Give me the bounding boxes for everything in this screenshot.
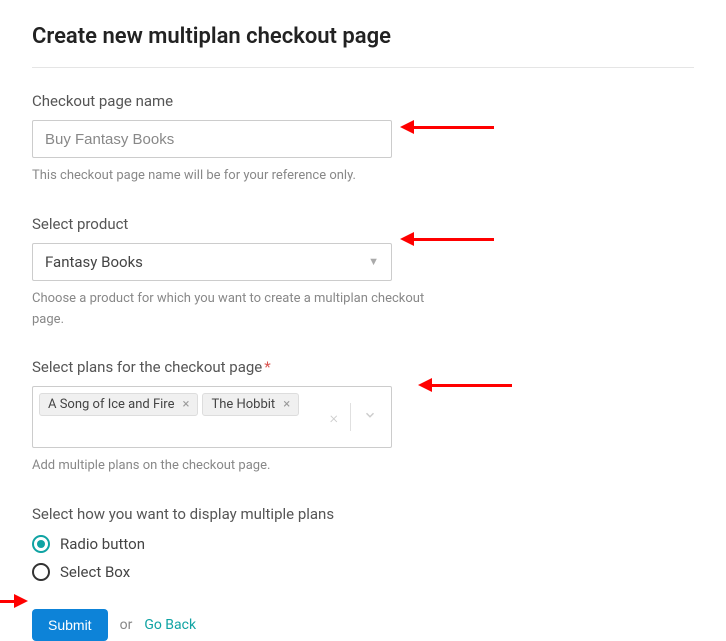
chevron-down-icon: ▼ (368, 255, 379, 268)
checkout-name-label: Checkout page name (32, 92, 694, 110)
plan-tag: A Song of Ice and Fire × (39, 393, 198, 416)
plan-tag: The Hobbit × (202, 393, 299, 416)
product-group: Select product Fantasy Books ▼ Choose a … (32, 215, 694, 331)
close-icon[interactable]: × (183, 397, 190, 412)
product-select[interactable]: Fantasy Books ▼ (32, 243, 392, 281)
product-value: Fantasy Books (45, 253, 143, 271)
plans-label-text: Select plans for the checkout page (32, 358, 262, 376)
plans-controls: × (316, 387, 391, 447)
radio-icon-unselected (32, 563, 50, 581)
checkout-name-group: Checkout page name This checkout page na… (32, 92, 694, 187)
submit-button[interactable]: Submit (32, 609, 108, 641)
annotation-arrow (0, 594, 28, 608)
plan-tag-label: The Hobbit (211, 397, 275, 412)
radio-label: Select Box (60, 563, 130, 581)
plan-tag-label: A Song of Ice and Fire (48, 397, 175, 412)
clear-all-icon[interactable]: × (322, 408, 346, 427)
plans-label: Select plans for the checkout page* (32, 358, 694, 376)
radio-option-radiobutton[interactable]: Radio button (32, 535, 694, 553)
action-row: Submit or Go Back (32, 609, 694, 641)
plans-group: Select plans for the checkout page* A So… (32, 358, 694, 477)
page-title: Create new multiplan checkout page (32, 24, 694, 49)
radio-label: Radio button (60, 535, 145, 553)
product-label: Select product (32, 215, 694, 233)
product-help: Choose a product for which you want to c… (32, 289, 432, 331)
plans-multiselect[interactable]: A Song of Ice and Fire × The Hobbit × × (32, 386, 392, 448)
plans-tags-area: A Song of Ice and Fire × The Hobbit × (33, 387, 316, 447)
checkout-name-help: This checkout page name will be for your… (32, 166, 432, 187)
radio-option-selectbox[interactable]: Select Box (32, 563, 694, 581)
radio-icon-selected (32, 535, 50, 553)
required-indicator: * (264, 358, 270, 376)
checkout-name-input[interactable] (32, 120, 392, 158)
display-label: Select how you want to display multiple … (32, 505, 694, 523)
display-radio-group: Radio button Select Box (32, 535, 694, 581)
display-group: Select how you want to display multiple … (32, 505, 694, 581)
chevron-down-icon[interactable] (355, 408, 385, 426)
close-icon[interactable]: × (283, 397, 290, 412)
or-text: or (120, 617, 133, 633)
separator (350, 403, 351, 431)
divider (32, 67, 694, 68)
plans-help: Add multiple plans on the checkout page. (32, 456, 432, 477)
goback-link[interactable]: Go Back (144, 617, 196, 633)
